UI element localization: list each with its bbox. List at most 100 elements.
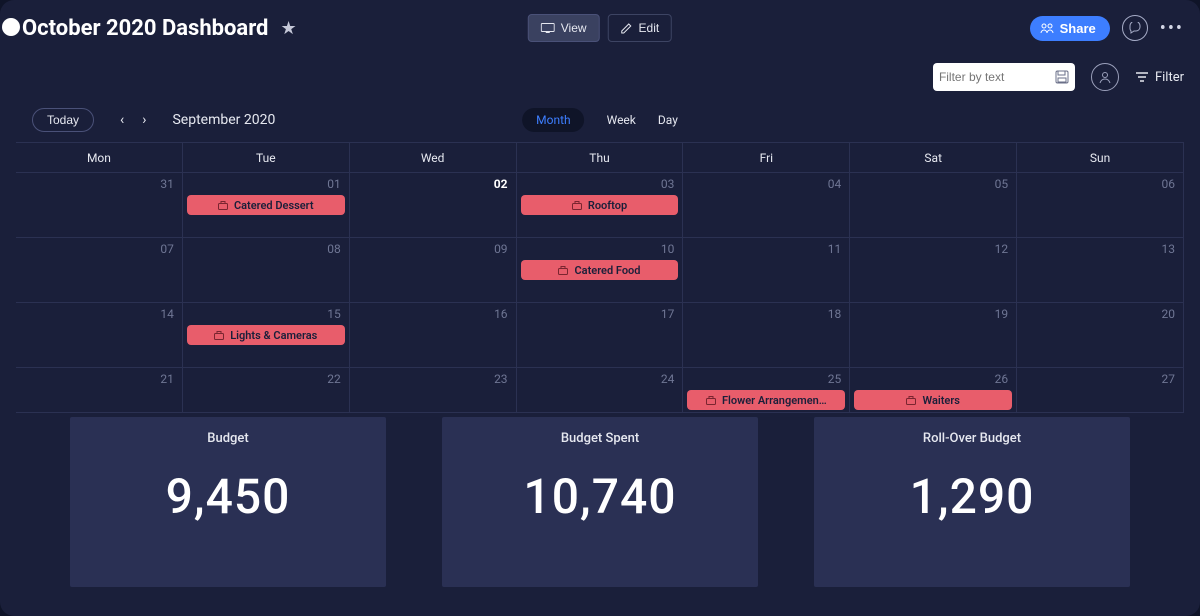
date-number: 11 bbox=[828, 242, 842, 256]
workspace-avatar[interactable] bbox=[2, 18, 20, 36]
card-spent-title: Budget Spent bbox=[452, 431, 748, 446]
comments-icon[interactable] bbox=[1122, 15, 1148, 41]
edit-button[interactable]: Edit bbox=[608, 14, 673, 42]
card-budget: Budget 9,450 bbox=[70, 417, 386, 587]
dayhead-cell: Fri bbox=[683, 143, 850, 173]
dayhead-cell: Thu bbox=[517, 143, 684, 173]
current-month-label: September 2020 bbox=[172, 112, 275, 128]
calendar-view-segment: Month Week Day bbox=[522, 108, 678, 132]
favorite-star-icon[interactable]: ★ bbox=[280, 18, 296, 39]
calendar-controls: Today ‹ › September 2020 Month Week Day bbox=[16, 94, 1184, 142]
today-button[interactable]: Today bbox=[32, 108, 94, 132]
calendar-cell[interactable]: 01 Catered Dessert bbox=[183, 173, 350, 238]
view-day[interactable]: Day bbox=[658, 113, 678, 127]
calendar-cell[interactable]: 13 bbox=[1017, 238, 1184, 303]
calendar-cell[interactable]: 16 bbox=[350, 303, 517, 368]
calendar-cell[interactable]: 08 bbox=[183, 238, 350, 303]
date-number: 07 bbox=[160, 242, 174, 256]
calendar-cell[interactable]: 19 bbox=[850, 303, 1017, 368]
card-spent: Budget Spent 10,740 bbox=[442, 417, 758, 587]
user-avatar-icon[interactable] bbox=[1091, 63, 1119, 91]
view-month[interactable]: Month bbox=[522, 108, 584, 132]
calendar-cell[interactable]: 04 bbox=[683, 173, 850, 238]
header-tools: Share ••• bbox=[1030, 15, 1184, 41]
event-label: Waiters bbox=[922, 394, 959, 407]
date-number: 23 bbox=[494, 372, 508, 386]
pencil-icon bbox=[621, 22, 633, 34]
calendar-cell[interactable]: 26Waiters bbox=[850, 368, 1017, 413]
calendar-cell[interactable]: 09 bbox=[350, 238, 517, 303]
filter-input-wrap[interactable] bbox=[933, 63, 1075, 91]
calendar-cell[interactable]: 17 bbox=[517, 303, 684, 368]
calendar-week-row: 31 01 Catered Dessert 02 03 Rooftop 04 05 06 bbox=[16, 173, 1184, 238]
view-button[interactable]: View bbox=[528, 14, 600, 42]
more-menu-icon[interactable]: ••• bbox=[1160, 18, 1184, 39]
date-number: 06 bbox=[1162, 177, 1176, 191]
calendar-cell[interactable]: 02 bbox=[350, 173, 517, 238]
calendar-cell[interactable]: 27 bbox=[1017, 368, 1184, 413]
view-week[interactable]: Week bbox=[607, 113, 636, 127]
calendar-event[interactable]: Lights & Cameras bbox=[187, 325, 345, 345]
calendar-cell[interactable]: 10 Catered Food bbox=[517, 238, 684, 303]
filter-bar: Filter bbox=[16, 60, 1184, 94]
date-number: 25 bbox=[828, 372, 842, 386]
calendar-cell[interactable]: 18 bbox=[683, 303, 850, 368]
calendar-cell[interactable]: 25Flower Arrangemen… bbox=[683, 368, 850, 413]
calendar-cell[interactable]: 06 bbox=[1017, 173, 1184, 238]
date-number: 20 bbox=[1162, 307, 1176, 321]
card-budget-title: Budget bbox=[80, 431, 376, 446]
calendar-cell[interactable]: 22 bbox=[183, 368, 350, 413]
calendar-event[interactable]: Rooftop bbox=[521, 195, 679, 215]
calendar-cell[interactable]: 31 bbox=[16, 173, 183, 238]
date-number: 27 bbox=[1162, 372, 1176, 386]
card-rollover-value: 1,290 bbox=[824, 468, 1120, 525]
calendar-cell[interactable]: 20 bbox=[1017, 303, 1184, 368]
event-label: Flower Arrangemen… bbox=[722, 394, 827, 407]
next-month-icon[interactable]: › bbox=[138, 108, 150, 132]
date-number: 24 bbox=[661, 372, 675, 386]
calendar-cell[interactable]: 21 bbox=[16, 368, 183, 413]
filter-input[interactable] bbox=[939, 70, 1055, 84]
calendar-event[interactable]: Catered Dessert bbox=[187, 195, 345, 215]
calendar-cell[interactable]: 14 bbox=[16, 303, 183, 368]
date-number: 04 bbox=[828, 177, 842, 191]
briefcase-icon bbox=[572, 201, 582, 210]
calendar-cell[interactable]: 05 bbox=[850, 173, 1017, 238]
calendar-event[interactable]: Flower Arrangemen… bbox=[687, 390, 845, 410]
calendar-cell[interactable]: 03 Rooftop bbox=[517, 173, 684, 238]
share-button[interactable]: Share bbox=[1030, 16, 1110, 41]
briefcase-icon bbox=[558, 266, 568, 275]
page-title: October 2020 Dashboard bbox=[16, 16, 268, 41]
dayhead-cell: Tue bbox=[183, 143, 350, 173]
dayhead-cell: Sun bbox=[1017, 143, 1184, 173]
view-button-label: View bbox=[561, 21, 587, 35]
date-number: 08 bbox=[327, 242, 341, 256]
save-filter-icon[interactable] bbox=[1055, 70, 1069, 84]
filter-toggle[interactable]: Filter bbox=[1135, 70, 1184, 85]
calendar-cell[interactable]: 12 bbox=[850, 238, 1017, 303]
calendar-cell[interactable]: 15Lights & Cameras bbox=[183, 303, 350, 368]
calendar-event[interactable]: Catered Food bbox=[521, 260, 679, 280]
dayhead-cell: Sat bbox=[850, 143, 1017, 173]
date-number: 14 bbox=[160, 307, 174, 321]
card-spent-value: 10,740 bbox=[452, 468, 748, 525]
calendar-event[interactable]: Waiters bbox=[854, 390, 1012, 410]
date-number: 02 bbox=[494, 177, 508, 191]
calendar-cell[interactable]: 23 bbox=[350, 368, 517, 413]
prev-month-icon[interactable]: ‹ bbox=[116, 108, 128, 132]
date-number: 03 bbox=[661, 177, 675, 191]
calendar-week-row: 07 08 09 10 Catered Food 11 1213 bbox=[16, 238, 1184, 303]
date-number: 19 bbox=[995, 307, 1009, 321]
calendar-cell[interactable]: 11 bbox=[683, 238, 850, 303]
calendar-day-header: MonTueWedThuFriSatSun bbox=[16, 143, 1184, 173]
date-number: 10 bbox=[661, 242, 675, 256]
calendar-cell[interactable]: 24 bbox=[517, 368, 684, 413]
monitor-icon bbox=[541, 23, 555, 33]
calendar-cell[interactable]: 07 bbox=[16, 238, 183, 303]
date-number: 21 bbox=[160, 372, 174, 386]
date-number: 01 bbox=[327, 177, 341, 191]
calendar-weeks: 31 01 Catered Dessert 02 03 Rooftop 04 05 06 07 08… bbox=[16, 173, 1184, 407]
dayhead-cell: Wed bbox=[350, 143, 517, 173]
date-number: 31 bbox=[160, 177, 174, 191]
calendar: MonTueWedThuFriSatSun 31 01 Catered Desser… bbox=[16, 142, 1184, 407]
